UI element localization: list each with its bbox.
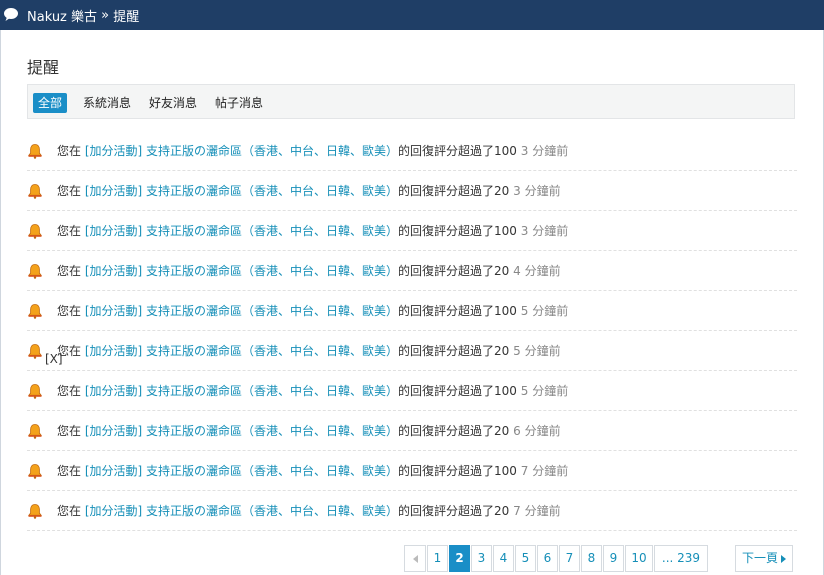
notification-time: 3 分鐘前 xyxy=(520,224,569,238)
breadcrumb: Nakuz 樂古 » 提醒 xyxy=(27,6,139,25)
notification-text: 您在 [加分活動] 支持正版の灑命區（香港、中台、日韓、歐美）的回復評分超過了2… xyxy=(57,422,561,439)
notification-text: 您在 [加分活動] 支持正版の灑命區（香港、中台、日韓、歐美）的回復評分超過了1… xyxy=(57,382,568,399)
notification-row: 您在 [加分活動] 支持正版の灑命區（香港、中台、日韓、歐美）的回復評分超過了2… xyxy=(27,251,797,291)
bell-icon xyxy=(27,223,43,239)
notification-time: 5 分鐘前 xyxy=(520,384,569,398)
prev-page-button[interactable] xyxy=(404,545,426,572)
notification-prefix: 您在 xyxy=(57,144,82,158)
notification-text: 您在 [加分活動] 支持正版の灑命區（香港、中台、日韓、歐美）的回復評分超過了1… xyxy=(57,222,568,239)
page-title: 提醒 xyxy=(27,58,60,77)
notification-prefix: 您在 xyxy=(57,424,82,438)
tab-all[interactable]: 全部 xyxy=(33,93,68,113)
page-button[interactable]: 4 xyxy=(493,545,514,572)
bell-icon xyxy=(27,263,43,279)
thread-link[interactable]: [加分活動] 支持正版の灑命區（香港、中台、日韓、歐美） xyxy=(85,144,398,158)
page-button[interactable]: 5 xyxy=(515,545,536,572)
notification-row: 您在 [加分活動] 支持正版の灑命區（香港、中台、日韓、歐美）的回復評分超過了1… xyxy=(27,451,797,491)
thread-link[interactable]: [加分活動] 支持正版の灑命區（香港、中台、日韓、歐美） xyxy=(85,304,398,318)
notification-prefix: 您在 xyxy=(57,384,82,398)
tab-friend-messages[interactable]: 好友消息 xyxy=(144,93,202,113)
notification-text: 您在 [加分活動] 支持正版の灑命區（香港、中台、日韓、歐美）的回復評分超過了1… xyxy=(57,142,568,159)
notification-time: 4 分鐘前 xyxy=(513,264,561,278)
next-page-button[interactable]: 下一頁 xyxy=(735,545,793,572)
notification-suffix: 的回復評分超過了20 xyxy=(398,264,510,278)
thread-link[interactable]: [加分活動] 支持正版の灑命區（香港、中台、日韓、歐美） xyxy=(85,424,398,438)
notification-time: 7 分鐘前 xyxy=(520,464,569,478)
thread-link[interactable]: [加分活動] 支持正版の灑命區（香港、中台、日韓、歐美） xyxy=(85,224,398,238)
tab-post-messages[interactable]: 帖子消息 xyxy=(210,93,268,113)
bell-icon xyxy=(27,303,43,319)
page-button[interactable]: 9 xyxy=(603,545,624,572)
notification-suffix: 的回復評分超過了20 xyxy=(398,504,510,518)
notification-text: 您在 [加分活動] 支持正版の灑命區（香港、中台、日韓、歐美）的回復評分超過了1… xyxy=(57,302,568,319)
notification-row: 您在 [加分活動] 支持正版の灑命區（香港、中台、日韓、歐美）的回復評分超過了2… xyxy=(27,411,797,451)
notification-prefix: 您在 xyxy=(57,224,82,238)
bell-icon xyxy=(27,503,43,519)
notification-suffix: 的回復評分超過了100 xyxy=(398,144,517,158)
notification-time: 3 分鐘前 xyxy=(520,144,569,158)
prev-arrow-icon xyxy=(412,554,418,563)
chat-bubble-icon xyxy=(4,8,18,21)
page-button[interactable]: 7 xyxy=(559,545,580,572)
breadcrumb-site-link[interactable]: Nakuz 樂古 xyxy=(27,10,97,25)
notification-suffix: 的回復評分超過了20 xyxy=(398,344,510,358)
page-button[interactable]: 8 xyxy=(581,545,602,572)
page-button[interactable]: 10 xyxy=(625,545,653,572)
notification-text: 您在 [加分活動] 支持正版の灑命區（香港、中台、日韓、歐美）的回復評分超過了1… xyxy=(57,462,568,479)
notification-tab-bar: 全部 系統消息 好友消息 帖子消息 xyxy=(27,84,795,119)
chevron-right-icon xyxy=(781,554,786,563)
close-mark[interactable]: [X] xyxy=(45,352,63,366)
bell-icon xyxy=(27,143,43,159)
tab-system-messages[interactable]: 系統消息 xyxy=(78,93,136,113)
thread-link[interactable]: [加分活動] 支持正版の灑命區（香港、中台、日韓、歐美） xyxy=(85,504,398,518)
notification-text: 您在 [加分活動] 支持正版の灑命區（香港、中台、日韓、歐美）的回復評分超過了2… xyxy=(57,342,561,359)
last-page-button[interactable]: ... 239 xyxy=(654,545,708,572)
notification-row: 您在 [加分活動] 支持正版の灑命區（香港、中台、日韓、歐美）的回復評分超過了1… xyxy=(27,211,797,251)
notification-text: 您在 [加分活動] 支持正版の灑命區（香港、中台、日韓、歐美）的回復評分超過了2… xyxy=(57,182,561,199)
notification-time: 7 分鐘前 xyxy=(513,504,561,518)
notification-suffix: 的回復評分超過了20 xyxy=(398,424,510,438)
bell-icon xyxy=(27,383,43,399)
notification-suffix: 的回復評分超過了20 xyxy=(398,184,510,198)
thread-link[interactable]: [加分活動] 支持正版の灑命區（香港、中台、日韓、歐美） xyxy=(85,464,398,478)
notification-suffix: 的回復評分超過了100 xyxy=(398,304,517,318)
notification-row: 您在 [加分活動] 支持正版の灑命區（香港、中台、日韓、歐美）的回復評分超過了1… xyxy=(27,291,797,331)
notification-text: 您在 [加分活動] 支持正版の灑命區（香港、中台、日韓、歐美）的回復評分超過了2… xyxy=(57,262,561,279)
notification-suffix: 的回復評分超過了100 xyxy=(398,464,517,478)
notification-text: 您在 [加分活動] 支持正版の灑命區（香港、中台、日韓、歐美）的回復評分超過了2… xyxy=(57,502,561,519)
thread-link[interactable]: [加分活動] 支持正版の灑命區（香港、中台、日韓、歐美） xyxy=(85,264,398,278)
notification-suffix: 的回復評分超過了100 xyxy=(398,384,517,398)
notification-prefix: 您在 xyxy=(57,264,82,278)
thread-link[interactable]: [加分活動] 支持正版の灑命區（香港、中台、日韓、歐美） xyxy=(85,184,398,198)
notification-prefix: 您在 xyxy=(57,464,82,478)
breadcrumb-separator: » xyxy=(101,8,110,23)
notification-suffix: 的回復評分超過了100 xyxy=(398,224,517,238)
page-button[interactable]: 3 xyxy=(471,545,492,572)
notification-time: 5 分鐘前 xyxy=(520,304,569,318)
notification-row: 您在 [加分活動] 支持正版の灑命區（香港、中台、日韓、歐美）的回復評分超過了1… xyxy=(27,371,797,411)
thread-link[interactable]: [加分活動] 支持正版の灑命區（香港、中台、日韓、歐美） xyxy=(85,344,398,358)
notification-time: 3 分鐘前 xyxy=(513,184,561,198)
notification-row: 您在 [加分活動] 支持正版の灑命區（香港、中台、日韓、歐美）的回復評分超過了1… xyxy=(27,131,797,171)
bell-icon xyxy=(27,423,43,439)
thread-link[interactable]: [加分活動] 支持正版の灑命區（香港、中台、日韓、歐美） xyxy=(85,384,398,398)
bell-icon xyxy=(27,343,43,359)
top-bar: Nakuz 樂古 » 提醒 xyxy=(0,0,824,30)
notification-prefix: 您在 xyxy=(57,504,82,518)
notification-time: 5 分鐘前 xyxy=(513,344,561,358)
page-button[interactable]: 6 xyxy=(537,545,558,572)
bell-icon xyxy=(27,463,43,479)
page-button[interactable]: 2 xyxy=(449,545,470,572)
notification-row: 您在 [加分活動] 支持正版の灑命區（香港、中台、日韓、歐美）的回復評分超過了2… xyxy=(27,171,797,211)
notification-time: 6 分鐘前 xyxy=(513,424,561,438)
page-button[interactable]: 1 xyxy=(427,545,448,572)
bell-icon xyxy=(27,183,43,199)
breadcrumb-current: 提醒 xyxy=(113,10,140,25)
notification-prefix: 您在 xyxy=(57,184,82,198)
next-page-label: 下一頁 xyxy=(741,551,778,565)
notification-row: 您在 [加分活動] 支持正版の灑命區（香港、中台、日韓、歐美）的回復評分超過了2… xyxy=(27,331,797,371)
notification-prefix: 您在 xyxy=(57,304,82,318)
notification-row: 您在 [加分活動] 支持正版の灑命區（香港、中台、日韓、歐美）的回復評分超過了2… xyxy=(27,491,797,531)
notification-list: 您在 [加分活動] 支持正版の灑命區（香港、中台、日韓、歐美）的回復評分超過了1… xyxy=(27,131,797,531)
